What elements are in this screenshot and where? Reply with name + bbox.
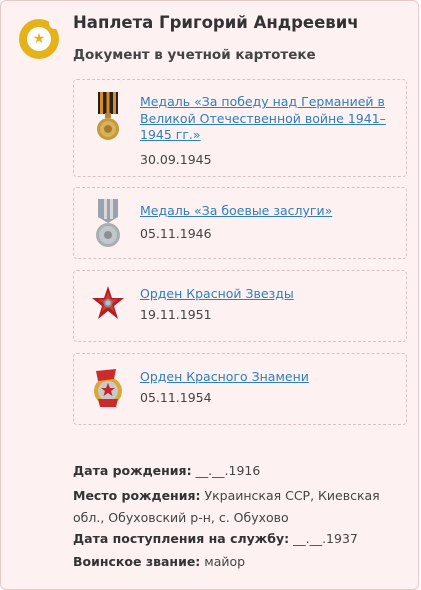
- birth-date-label: Дата рождения:: [73, 463, 192, 478]
- award-title-link[interactable]: Медаль «За победу над Германией в Велико…: [140, 94, 396, 144]
- award-title-link[interactable]: Орден Красной Звезды: [140, 286, 396, 303]
- rank-row: Воинское звание: майор: [73, 551, 413, 573]
- birth-date-row: Дата рождения: __.__.1916: [73, 460, 413, 482]
- birth-place-label: Место рождения:: [73, 488, 201, 503]
- star-icon: ★: [32, 31, 46, 47]
- award-title-link[interactable]: Медаль «За боевые заслуги»: [140, 203, 396, 220]
- award-card: Орден Красного Знамени 05.11.1954: [73, 353, 407, 425]
- award-card: Медаль «За боевые заслуги» 05.11.1946: [73, 187, 407, 259]
- award-card: Медаль «За победу над Германией в Велико…: [73, 79, 407, 177]
- award-title-link[interactable]: Орден Красного Знамени: [140, 369, 396, 386]
- award-date: 05.11.1954: [140, 390, 212, 405]
- award-date: 19.11.1951: [140, 307, 212, 322]
- victory-medal-icon: [97, 92, 119, 140]
- badge-inner: ★: [27, 27, 51, 51]
- document-subtitle: Документ в учетной картотеке: [73, 47, 316, 63]
- badge-notch: [49, 17, 61, 29]
- service-date-value: __.__.1937: [293, 531, 358, 546]
- birth-date-value: __.__.1916: [195, 463, 261, 478]
- birth-place-row: Место рождения: Украинская ССР, Киевская…: [73, 485, 413, 528]
- award-date: 30.09.1945: [140, 152, 212, 167]
- service-date-row: Дата поступления на службу: __.__.1937: [73, 528, 413, 550]
- rank-value: майор: [204, 554, 246, 569]
- service-date-label: Дата поступления на службу:: [73, 531, 290, 546]
- combat-merit-medal-icon: [96, 199, 120, 247]
- award-card: Орден Красной Звезды 19.11.1951: [73, 270, 407, 342]
- person-card: ★ Наплета Григорий Андреевич Документ в …: [0, 0, 419, 590]
- rank-label: Воинское звание:: [73, 554, 201, 569]
- person-name: Наплета Григорий Андреевич: [73, 13, 359, 32]
- red-star-order-icon: [92, 286, 124, 319]
- award-date: 05.11.1946: [140, 226, 212, 241]
- award-badge-icon: ★: [19, 17, 61, 59]
- red-banner-order-icon: [94, 369, 122, 407]
